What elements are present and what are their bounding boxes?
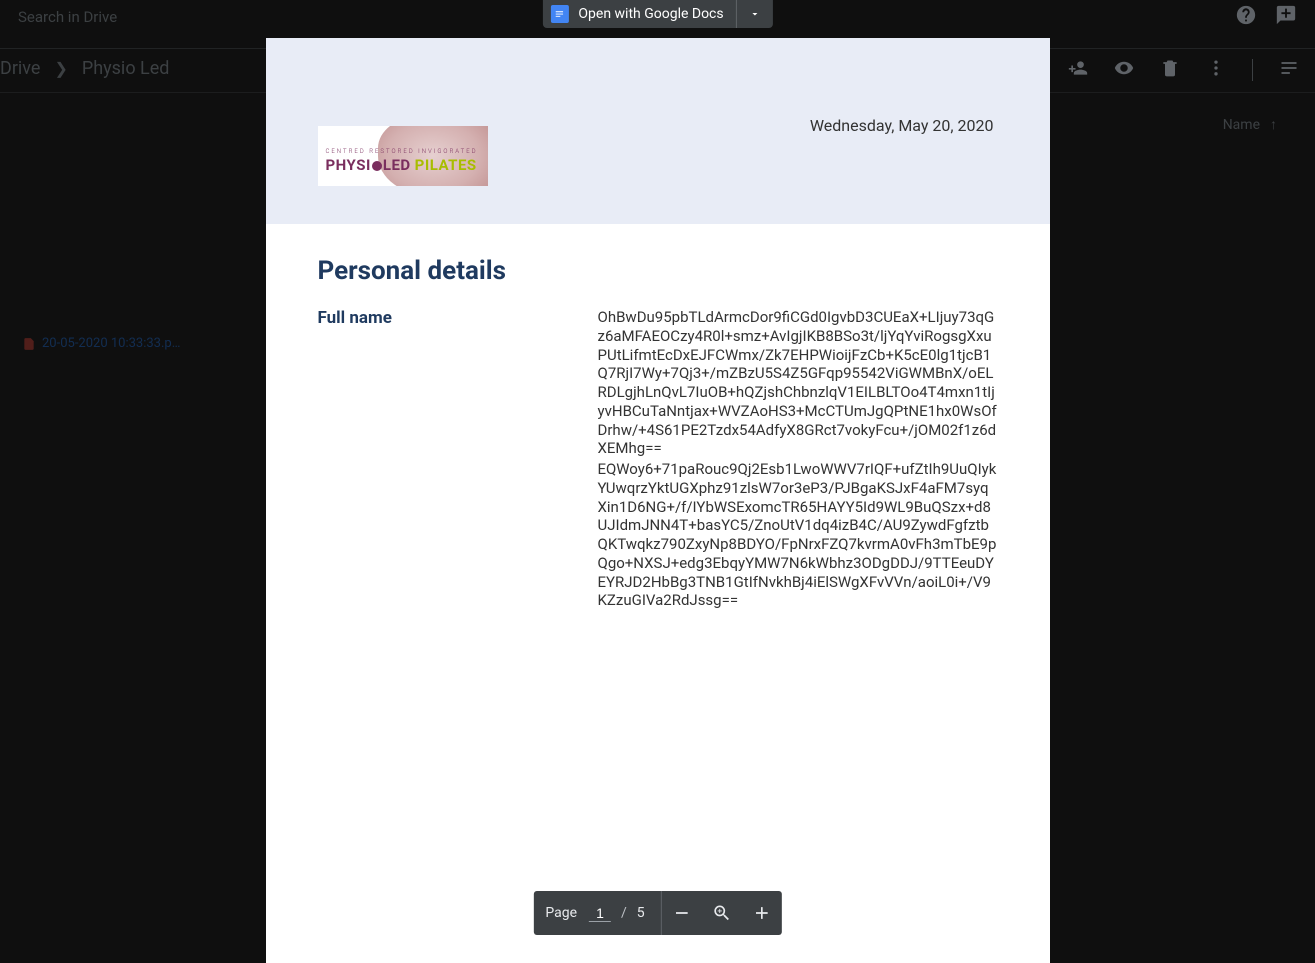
- breadcrumb-folder: Physio Led: [82, 58, 170, 79]
- page-current-input[interactable]: [589, 905, 611, 922]
- zoom-in-button[interactable]: [742, 891, 782, 935]
- page-label: Page: [533, 905, 589, 921]
- logo-dot-icon: [372, 161, 382, 171]
- document-page: Wednesday, May 20, 2020 CENTRED RESTORED…: [266, 38, 1050, 963]
- field-label: Full name: [318, 308, 558, 612]
- details-pane-icon[interactable]: [1279, 58, 1299, 82]
- search-placeholder: Search in Drive: [18, 8, 117, 26]
- open-with-bar: Open with Google Docs: [542, 0, 772, 28]
- zoom-out-button[interactable]: [662, 891, 702, 935]
- page-total: 5: [637, 905, 661, 921]
- divider: [1252, 59, 1253, 81]
- logo-wordmark: PHYSILEDPILATES: [326, 156, 477, 174]
- zoom-fit-button[interactable]: [702, 891, 742, 935]
- page-sep: /: [611, 905, 637, 921]
- add-comment-icon[interactable]: [1275, 4, 1297, 30]
- help-icon[interactable]: [1235, 4, 1257, 30]
- open-with-button[interactable]: Open with Google Docs: [542, 0, 735, 28]
- section-title: Personal details: [318, 256, 998, 286]
- person-add-icon[interactable]: [1068, 58, 1088, 82]
- column-header-name: Name ↑: [1223, 116, 1277, 133]
- arrow-up-icon: ↑: [1270, 116, 1277, 133]
- action-icons: [1022, 58, 1299, 82]
- logo: CENTRED RESTORED INVIGORATED PHYSILEDPIL…: [318, 126, 488, 186]
- more-icon[interactable]: [1206, 58, 1226, 82]
- column-name-label: Name: [1223, 117, 1260, 133]
- open-with-dropdown[interactable]: [737, 5, 773, 24]
- field-row: Full name OhBwDu95pbTLdArmcDor9fiCGd0Igv…: [318, 308, 998, 612]
- doc-date: Wednesday, May 20, 2020: [810, 116, 994, 135]
- top-right-icons: [1235, 4, 1297, 30]
- field-value-line: OhBwDu95pbTLdArmcDor9fiCGd0IgvbD3CUEaX+L…: [598, 308, 998, 458]
- file-name: 20-05-2020 10:33:33.p…: [42, 336, 180, 351]
- doc-body: Personal details Full name OhBwDu95pbTLd…: [266, 224, 1050, 644]
- caret-down-icon: [749, 8, 761, 20]
- doc-header: Wednesday, May 20, 2020 CENTRED RESTORED…: [266, 38, 1050, 224]
- open-with-label: Open with Google Docs: [578, 6, 723, 22]
- eye-icon[interactable]: [1114, 58, 1134, 82]
- field-value: OhBwDu95pbTLdArmcDor9fiCGd0IgvbD3CUEaX+L…: [598, 308, 998, 612]
- breadcrumb-root: Drive: [0, 58, 40, 79]
- file-entry: 20-05-2020 10:33:33.p…: [22, 336, 180, 351]
- breadcrumb: Drive ❯ Physio Led: [0, 58, 169, 79]
- chevron-right-icon: ❯: [54, 59, 67, 78]
- logo-tagline: CENTRED RESTORED INVIGORATED: [326, 148, 478, 155]
- field-value-line: EQWoy6+71paRouc9Qj2Esb1LwoWWV7rIQF+ufZtI…: [598, 460, 998, 610]
- page-navigator: Page / 5: [533, 891, 781, 935]
- trash-icon[interactable]: [1160, 58, 1180, 82]
- docs-icon: [550, 5, 568, 23]
